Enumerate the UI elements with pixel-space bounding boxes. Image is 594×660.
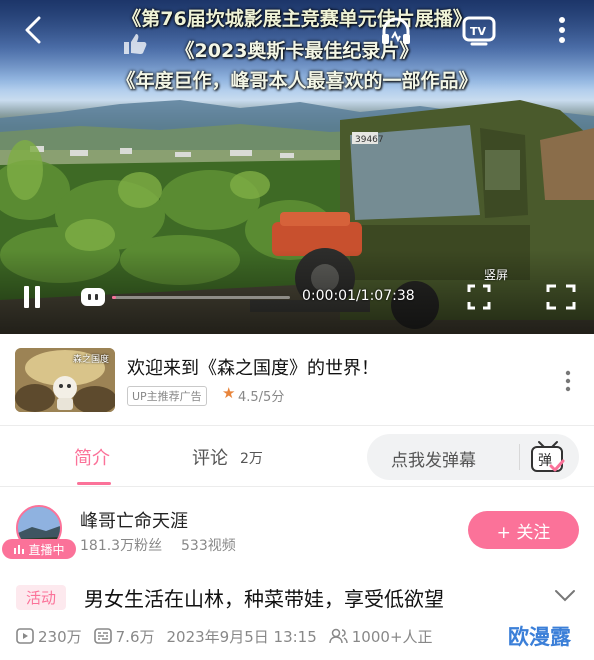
- fullscreen-button[interactable]: [544, 282, 578, 312]
- live-bars-icon: [14, 545, 25, 554]
- uploader-info: 直播中 峰哥亡命天涯 181.3万粉丝 533视频 + 关注: [0, 487, 594, 569]
- vertical-dots-icon: [565, 370, 571, 392]
- vertical-screen-label[interactable]: 竖屏: [484, 266, 508, 283]
- tab-comments[interactable]: 评论: [192, 444, 228, 470]
- video-title-row: 活动 男女生活在山林，种菜带娃，享受低欲望: [0, 570, 594, 620]
- danmaku-input-placeholder: 点我发弹幕: [391, 451, 476, 471]
- expand-description-button[interactable]: [554, 588, 576, 602]
- truck-plate-text: 39467: [355, 135, 384, 145]
- progress-bar-fill: [112, 296, 116, 299]
- ad-banner[interactable]: 森之国度 欢迎来到《森之国度》的世界！ UP主推荐广告 ★ 4.5/5分: [0, 334, 594, 426]
- views-stat: 230万: [16, 626, 82, 647]
- pause-button[interactable]: [18, 282, 46, 312]
- live-badge[interactable]: 直播中: [2, 539, 76, 559]
- danmaku-toggle-button[interactable]: [78, 284, 108, 310]
- uploader-videos: 533视频: [181, 538, 236, 554]
- star-icon: ★: [222, 384, 236, 402]
- headphones-icon: [382, 17, 410, 44]
- danmaku-stat: 7.6万: [93, 626, 155, 647]
- tab-active-indicator: [77, 482, 111, 485]
- more-options-button[interactable]: [552, 14, 572, 46]
- pause-icon: [24, 286, 40, 308]
- publish-date: 2023年9月5日 13:15: [166, 627, 317, 646]
- vertical-fullscreen-button[interactable]: [464, 282, 494, 312]
- ad-title[interactable]: 欢迎来到《森之国度》的世界！: [127, 354, 379, 380]
- vertical-dots-icon: [559, 17, 565, 43]
- watermark-text: 欧漫露: [508, 625, 571, 649]
- progress-bar[interactable]: [112, 296, 290, 299]
- tv-cast-icon: TV: [462, 16, 496, 46]
- live-badge-label: 直播中: [28, 542, 65, 557]
- headphone-mode-button[interactable]: [378, 14, 414, 48]
- danmaku-button-label: 弹: [538, 453, 552, 469]
- tab-intro[interactable]: 简介: [74, 444, 110, 470]
- views-count: 230万: [38, 627, 82, 646]
- tab-comments-count[interactable]: 2万: [240, 448, 263, 468]
- overlay-title-line-2: 《2023奥斯卡最佳纪录片》: [175, 40, 419, 62]
- chevron-down-icon: [555, 590, 575, 602]
- danmaku-count: 7.6万: [115, 627, 155, 646]
- uploader-stats: 181.3万粉丝 533视频: [80, 535, 236, 555]
- video-meta: 230万 7.6万 2023年9月5日 13:15 1000+人正: [16, 624, 433, 648]
- cast-tv-button[interactable]: TV: [460, 14, 498, 48]
- ad-more-button[interactable]: [560, 370, 576, 394]
- back-button[interactable]: [18, 14, 48, 46]
- follow-button[interactable]: + 关注: [468, 511, 579, 549]
- content-tabs: 简介 评论 2万 点我发弹幕 弹: [0, 426, 594, 486]
- svg-text:TV: TV: [470, 25, 487, 38]
- ad-sponsored-tag: UP主推荐广告: [127, 386, 207, 406]
- people-icon: [329, 628, 348, 644]
- thumbs-up-icon: [124, 34, 147, 54]
- play-count-icon: [16, 628, 34, 644]
- video-player[interactable]: 39467 《第76届坎城影展主竞赛单元佳片展播》 《2023奥斯卡最佳纪录片》…: [0, 0, 594, 334]
- danmaku-settings-button[interactable]: 弹: [529, 440, 567, 474]
- overlay-title-line-1: 《第76届坎城影展主竞赛单元佳片展播》: [122, 8, 472, 30]
- ad-rating: 4.5/5分: [238, 390, 285, 405]
- back-arrow-icon: [25, 16, 41, 44]
- danmaku-count-icon: [93, 628, 112, 644]
- danmaku-toggle-icon: [81, 288, 105, 306]
- video-page: 39467 《第76届坎城影展主竞赛单元佳片展播》 《2023奥斯卡最佳纪录片》…: [0, 0, 594, 660]
- playback-time: 0:00:01/1:07:38: [302, 288, 415, 304]
- overlay-title-line-3: 《年度巨作，峰哥本人最喜欢的一部作品》: [116, 70, 478, 92]
- activity-tag[interactable]: 活动: [16, 585, 67, 610]
- uploader-name[interactable]: 峰哥亡命天涯: [80, 507, 188, 533]
- danmaku-input[interactable]: 点我发弹幕 弹: [367, 434, 579, 480]
- vertical-fullscreen-icon: [467, 284, 491, 310]
- watching-count: 1000+人正: [351, 627, 433, 646]
- ad-thumbnail[interactable]: 森之国度: [15, 348, 115, 412]
- uploader-followers: 181.3万粉丝: [80, 538, 163, 554]
- fullscreen-icon: [546, 284, 576, 310]
- watching-stat: 1000+人正: [329, 626, 433, 647]
- video-title: 男女生活在山林，种菜带娃，享受低欲望: [84, 587, 444, 611]
- ad-thumbnail-logo-text: 森之国度: [72, 355, 109, 365]
- divider: [519, 444, 520, 470]
- like-button[interactable]: [120, 30, 150, 58]
